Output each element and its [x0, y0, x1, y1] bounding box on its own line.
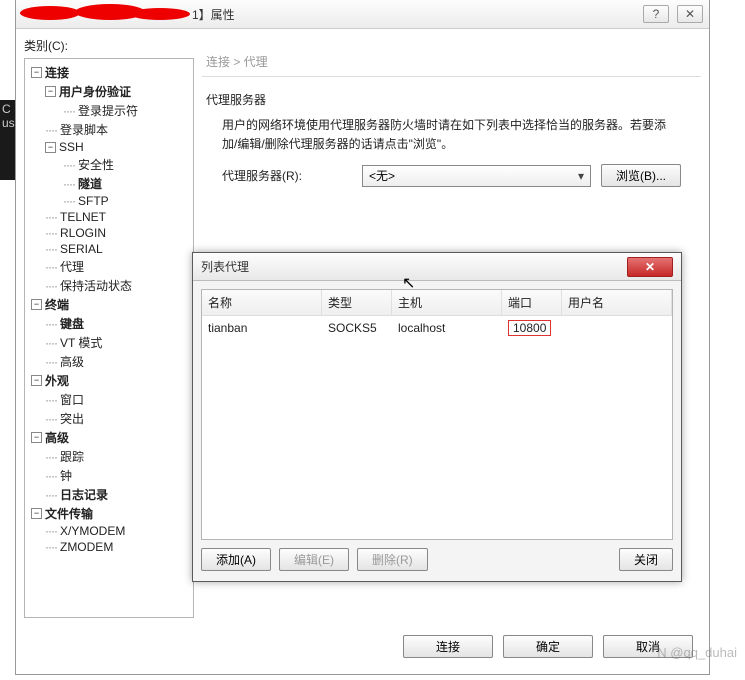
cell-type: SOCKS5 [322, 319, 392, 337]
col-user[interactable]: 用户名 [562, 290, 672, 315]
proxy-list-dialog: 列表代理 ✕ 名称 类型 主机 端口 用户名 tianban SOCKS5 lo… [192, 252, 682, 582]
tree-rlogin[interactable]: ····RLOGIN [27, 225, 191, 241]
ok-button[interactable]: 确定 [503, 635, 593, 658]
group-title: 代理服务器 [206, 91, 697, 108]
tree-connection[interactable]: −连接 [27, 63, 191, 82]
collapse-icon[interactable]: − [31, 432, 42, 443]
list-footer: 添加(A) 编辑(E) 删除(R) 关闭 [193, 548, 681, 581]
cell-name: tianban [202, 319, 322, 337]
close-button[interactable]: ✕ [677, 5, 703, 23]
collapse-icon[interactable]: − [31, 67, 42, 78]
tree-advanced-t[interactable]: ····高级 [27, 352, 191, 371]
dialog-footer: 连接 确定 取消 [24, 626, 701, 666]
tree-login-scripts[interactable]: ····登录脚本 [27, 120, 191, 139]
tree-bell[interactable]: ····钟 [27, 466, 191, 485]
edit-button[interactable]: 编辑(E) [279, 548, 349, 571]
titlebar: 1】属性 ? ✕ [16, 0, 709, 29]
col-port[interactable]: 端口 [502, 290, 562, 315]
tree-telnet[interactable]: ····TELNET [27, 209, 191, 225]
table-header: 名称 类型 主机 端口 用户名 [202, 290, 672, 316]
col-host[interactable]: 主机 [392, 290, 502, 315]
tree-proxy[interactable]: ····代理 [27, 257, 191, 276]
close-list-button[interactable]: 关闭 [619, 548, 673, 571]
list-titlebar: 列表代理 ✕ [193, 253, 681, 281]
tree-ssh[interactable]: −SSH [27, 139, 191, 155]
watermark: N @qq_duhai [657, 645, 737, 660]
cell-port: 10800 [502, 319, 562, 337]
proxy-server-label: 代理服务器(R): [222, 167, 352, 184]
collapse-icon[interactable]: − [45, 142, 56, 153]
tree-advanced[interactable]: −高级 [27, 428, 191, 447]
list-title: 列表代理 [201, 258, 249, 275]
tree-xymodem[interactable]: ····X/YMODEM [27, 523, 191, 539]
tree-sftp[interactable]: ····SFTP [27, 193, 191, 209]
connect-button[interactable]: 连接 [403, 635, 493, 658]
tree-login-prompts[interactable]: ····登录提示符 [27, 101, 191, 120]
tree-serial[interactable]: ····SERIAL [27, 241, 191, 257]
tree-vt[interactable]: ····VT 模式 [27, 333, 191, 352]
proxy-table[interactable]: 名称 类型 主机 端口 用户名 tianban SOCKS5 localhost… [201, 289, 673, 540]
redaction-scribble [20, 4, 200, 24]
tree-highlight[interactable]: ····突出 [27, 409, 191, 428]
collapse-icon[interactable]: − [31, 375, 42, 386]
category-tree[interactable]: −连接 −用户身份验证 ····登录提示符 ····登录脚本 −SSH ····… [24, 58, 194, 618]
collapse-icon[interactable]: − [31, 299, 42, 310]
close-icon[interactable]: ✕ [627, 257, 673, 277]
help-button[interactable]: ? [643, 5, 669, 23]
browse-button[interactable]: 浏览(B)... [601, 164, 681, 187]
tree-tunnel[interactable]: ····隧道 [27, 174, 191, 193]
table-row[interactable]: tianban SOCKS5 localhost 10800 [202, 316, 672, 340]
tree-window[interactable]: ····窗口 [27, 390, 191, 409]
combo-value: <无> [369, 167, 395, 184]
proxy-description: 用户的网络环境使用代理服务器防火墙时请在如下列表中选择恰当的服务器。若要添加/编… [202, 116, 701, 154]
col-type[interactable]: 类型 [322, 290, 392, 315]
tree-keepalive[interactable]: ····保持活动状态 [27, 276, 191, 295]
cell-host: localhost [392, 319, 502, 337]
cell-user [562, 319, 672, 337]
delete-button[interactable]: 删除(R) [357, 548, 428, 571]
tree-appearance[interactable]: −外观 [27, 371, 191, 390]
tree-terminal[interactable]: −终端 [27, 295, 191, 314]
tree-zmodem[interactable]: ····ZMODEM [27, 539, 191, 555]
tree-trace[interactable]: ····跟踪 [27, 447, 191, 466]
add-button[interactable]: 添加(A) [201, 548, 271, 571]
tree-user-auth[interactable]: −用户身份验证 [27, 82, 191, 101]
proxy-server-combo[interactable]: <无> [362, 165, 591, 187]
breadcrumb: 连接 > 代理 [202, 53, 701, 77]
tree-security[interactable]: ····安全性 [27, 155, 191, 174]
tree-keyboard[interactable]: ····键盘 [27, 314, 191, 333]
tree-file-transfer[interactable]: −文件传输 [27, 504, 191, 523]
col-name[interactable]: 名称 [202, 290, 322, 315]
tree-logging[interactable]: ····日志记录 [27, 485, 191, 504]
category-label: 类别(C): [24, 37, 194, 54]
collapse-icon[interactable]: − [31, 508, 42, 519]
collapse-icon[interactable]: − [45, 86, 56, 97]
